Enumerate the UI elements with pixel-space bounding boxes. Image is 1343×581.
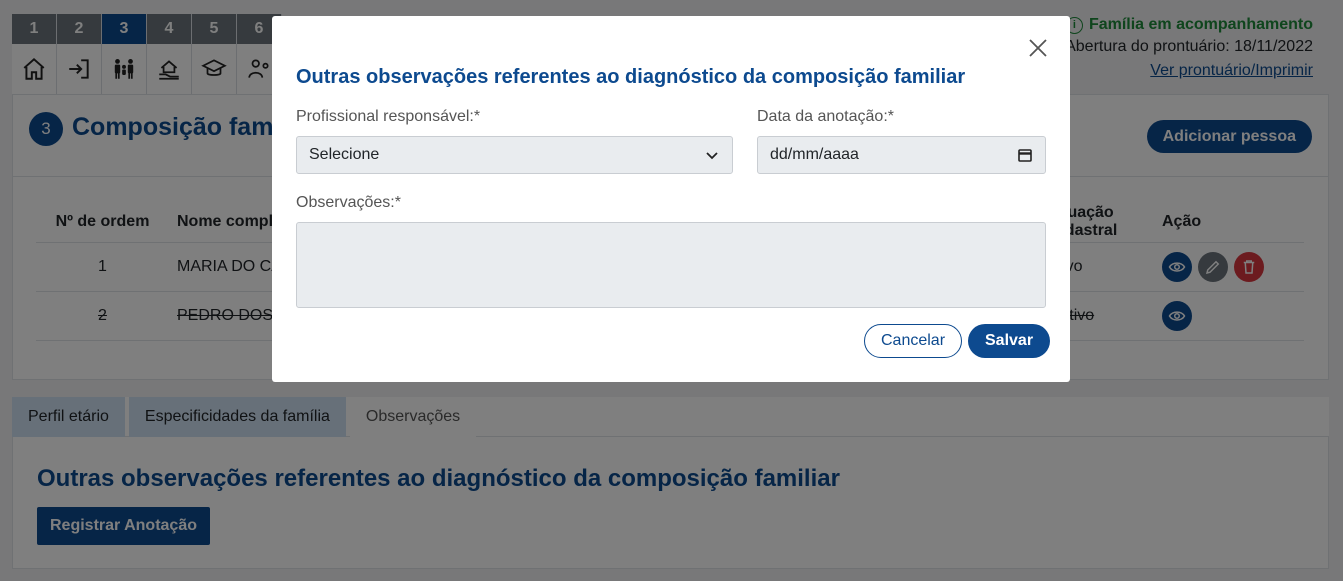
cancel-button[interactable]: Cancelar: [864, 324, 963, 358]
profissional-label: Profissional responsável:*: [296, 108, 481, 125]
observacoes-label: Observações:*: [296, 194, 401, 211]
data-placeholder: dd/mm/aaaa: [770, 146, 859, 163]
modal-title: Outras observações referentes ao diagnós…: [296, 66, 966, 88]
calendar-icon: [1018, 149, 1032, 162]
chevron-down-icon: [706, 152, 718, 160]
close-button[interactable]: [1028, 38, 1048, 58]
observacoes-textarea[interactable]: [296, 222, 1046, 308]
data-label: Data da anotação:*: [757, 108, 894, 125]
save-button[interactable]: Salvar: [968, 324, 1051, 358]
annotation-modal: Outras observações referentes ao diagnós…: [272, 16, 1070, 382]
profissional-select[interactable]: Selecione: [296, 136, 733, 174]
profissional-value: Selecione: [309, 146, 380, 163]
data-input[interactable]: dd/mm/aaaa: [757, 136, 1046, 174]
close-icon: [1029, 39, 1047, 57]
